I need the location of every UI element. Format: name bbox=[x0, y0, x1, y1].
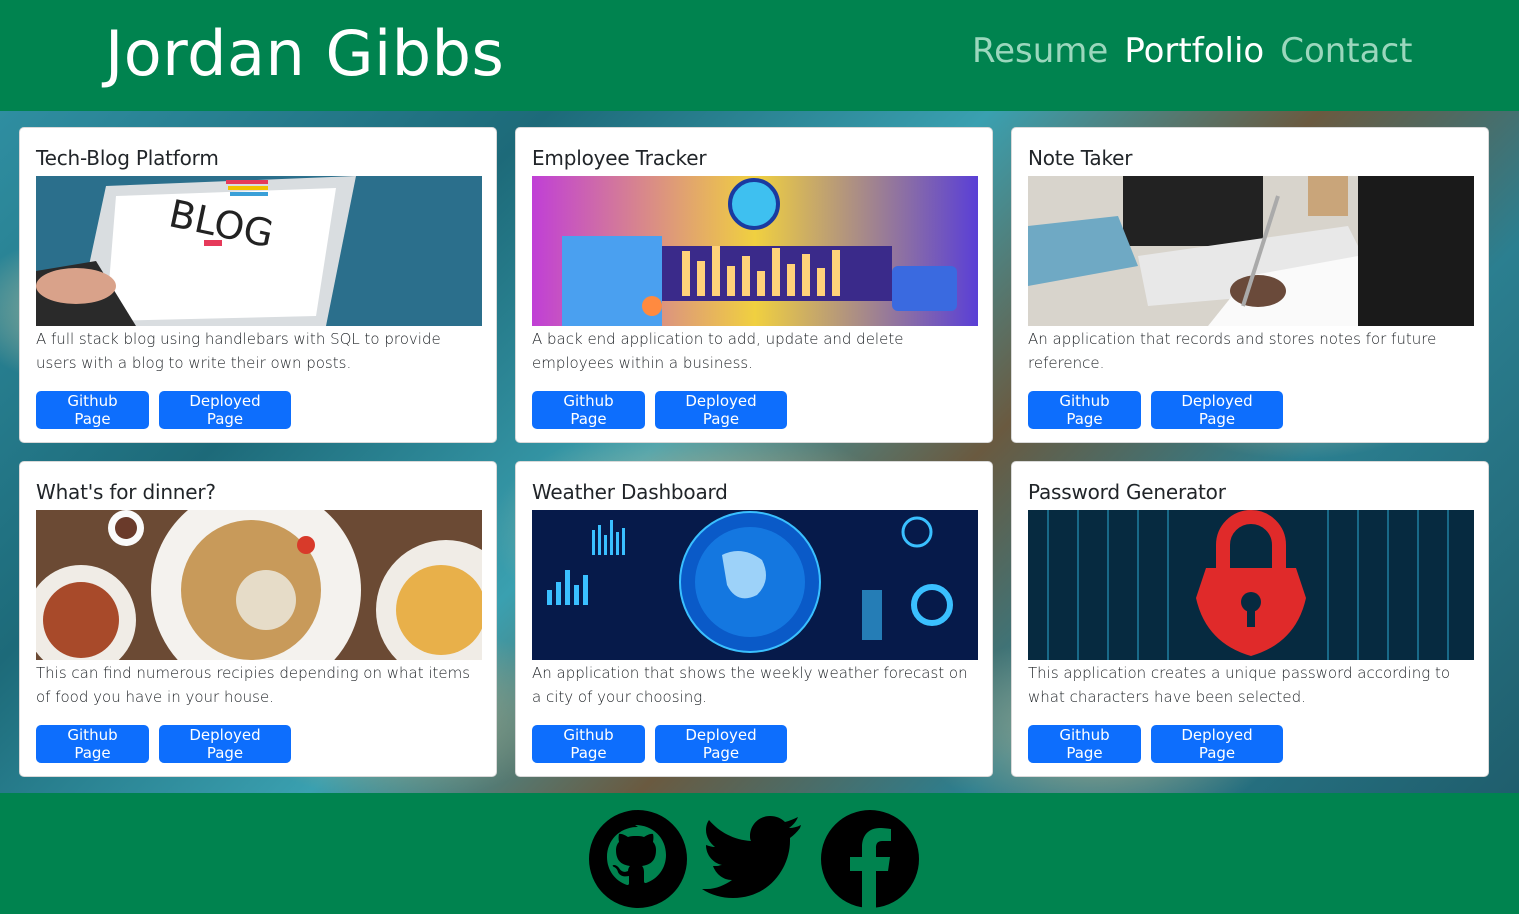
team-illustration-image bbox=[532, 176, 978, 326]
project-description: A full stack blog using handlebars with … bbox=[36, 330, 441, 372]
project-title: Weather Dashboard bbox=[532, 480, 728, 504]
laptop-blog-image: BLOG bbox=[36, 176, 482, 326]
project-card-note-taker: Note Taker An application that records a… bbox=[1011, 127, 1489, 443]
globe-dashboard-image bbox=[532, 510, 978, 660]
facebook-icon[interactable] bbox=[820, 809, 920, 909]
github-page-button[interactable]: Github Page bbox=[36, 725, 149, 763]
project-title: Employee Tracker bbox=[532, 146, 707, 170]
nav-portfolio[interactable]: Portfolio bbox=[1124, 28, 1264, 74]
project-title: Note Taker bbox=[1028, 146, 1133, 170]
portfolio-section: Tech-Blog Platform BLOG A full stack blo… bbox=[0, 111, 1519, 793]
site-header: Jordan Gibbs Resume Portfolio Contact bbox=[0, 0, 1519, 111]
padlock-image bbox=[1028, 510, 1474, 660]
github-page-button[interactable]: Github Page bbox=[36, 391, 149, 429]
writing-notes-image bbox=[1028, 176, 1474, 326]
nav-resume[interactable]: Resume bbox=[972, 28, 1108, 74]
project-description: An application that records and stores n… bbox=[1028, 330, 1437, 372]
site-footer bbox=[0, 793, 1519, 914]
project-card-tech-blog: Tech-Blog Platform BLOG A full stack blo… bbox=[19, 127, 497, 443]
project-card-employee-tracker: Employee Tracker A back end application … bbox=[515, 127, 993, 443]
project-card-password: Password Generator This application crea… bbox=[1011, 461, 1489, 777]
twitter-icon[interactable] bbox=[702, 809, 802, 909]
github-icon[interactable] bbox=[588, 809, 688, 909]
project-description: This application creates a unique passwo… bbox=[1028, 664, 1451, 706]
github-page-button[interactable]: Github Page bbox=[1028, 725, 1141, 763]
project-description: An application that shows the weekly wea… bbox=[532, 664, 968, 706]
project-title: What's for dinner? bbox=[36, 480, 216, 504]
project-title: Tech-Blog Platform bbox=[36, 146, 219, 170]
project-description: A back end application to add, update an… bbox=[532, 330, 904, 372]
github-page-button[interactable]: Github Page bbox=[1028, 391, 1141, 429]
nav-contact[interactable]: Contact bbox=[1280, 28, 1412, 74]
deployed-page-button[interactable]: Deployed Page bbox=[159, 725, 291, 763]
github-page-button[interactable]: Github Page bbox=[532, 725, 645, 763]
project-card-weather: Weather Dashboard An application that sh… bbox=[515, 461, 993, 777]
main-nav: Resume Portfolio Contact bbox=[972, 28, 1412, 74]
project-title: Password Generator bbox=[1028, 480, 1226, 504]
deployed-page-button[interactable]: Deployed Page bbox=[655, 725, 787, 763]
project-description: This can find numerous recipies dependin… bbox=[36, 664, 471, 706]
deployed-page-button[interactable]: Deployed Page bbox=[1151, 391, 1283, 429]
deployed-page-button[interactable]: Deployed Page bbox=[159, 391, 291, 429]
deployed-page-button[interactable]: Deployed Page bbox=[1151, 725, 1283, 763]
dinner-plates-image bbox=[36, 510, 482, 660]
project-card-dinner: What's for dinner? This can find numerou… bbox=[19, 461, 497, 777]
brand-name: Jordan Gibbs bbox=[105, 17, 505, 90]
github-page-button[interactable]: Github Page bbox=[532, 391, 645, 429]
deployed-page-button[interactable]: Deployed Page bbox=[655, 391, 787, 429]
